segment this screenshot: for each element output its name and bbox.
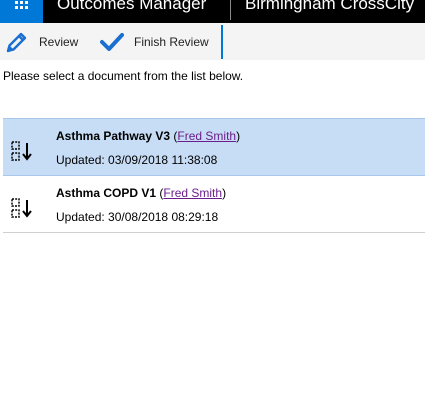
sort-document-icon [11, 198, 32, 218]
author-link[interactable]: Fred Smith [177, 129, 236, 143]
author-link[interactable]: Fred Smith [163, 186, 222, 200]
instruction-text: Please select a document from the list b… [3, 69, 244, 83]
pencil-icon [6, 32, 27, 52]
updated-label: Updated: [56, 210, 109, 224]
review-label: Review [39, 34, 79, 49]
checkmark-icon [100, 32, 124, 51]
finish-review-button[interactable]: Finish Review [100, 23, 209, 60]
app-title[interactable]: Outcomes Manager [57, 0, 206, 14]
command-bar-divider [221, 25, 223, 59]
document-row[interactable]: Asthma COPD V1 (Fred Smith) Updated: 30/… [3, 176, 425, 233]
document-updated: Updated: 30/08/2018 08:29:18 [56, 210, 218, 224]
sort-document-icon [11, 141, 32, 161]
review-button[interactable]: Review [5, 23, 78, 60]
updated-timestamp: 03/09/2018 11:38:08 [108, 153, 218, 167]
environment-title[interactable]: Birmingham CrossCity [245, 0, 414, 14]
document-list: Asthma Pathway V3 (Fred Smith) Updated: … [3, 118, 425, 233]
document-row[interactable]: Asthma Pathway V3 (Fred Smith) Updated: … [3, 118, 425, 176]
document-updated: Updated: 03/09/2018 11:38:08 [56, 153, 217, 167]
updated-label: Updated: [56, 153, 109, 167]
header-divider [230, 0, 231, 20]
document-title[interactable]: Asthma Pathway V3 [56, 129, 170, 143]
document-name-line: Asthma COPD V1 (Fred Smith) [56, 186, 226, 200]
finish-review-label: Finish Review [134, 34, 209, 49]
document-name-line: Asthma Pathway V3 (Fred Smith) [56, 129, 240, 143]
app-header: Outcomes Manager Birmingham CrossCity [0, 0, 425, 23]
app-launcher-icon [15, 0, 29, 10]
command-bar: Review Finish Review [0, 23, 425, 60]
updated-timestamp: 30/08/2018 08:29:18 [108, 210, 219, 224]
app-launcher-button[interactable] [0, 0, 43, 23]
document-title[interactable]: Asthma COPD V1 [56, 186, 156, 200]
paren-close: ) [236, 129, 241, 143]
paren-close: ) [222, 186, 227, 200]
